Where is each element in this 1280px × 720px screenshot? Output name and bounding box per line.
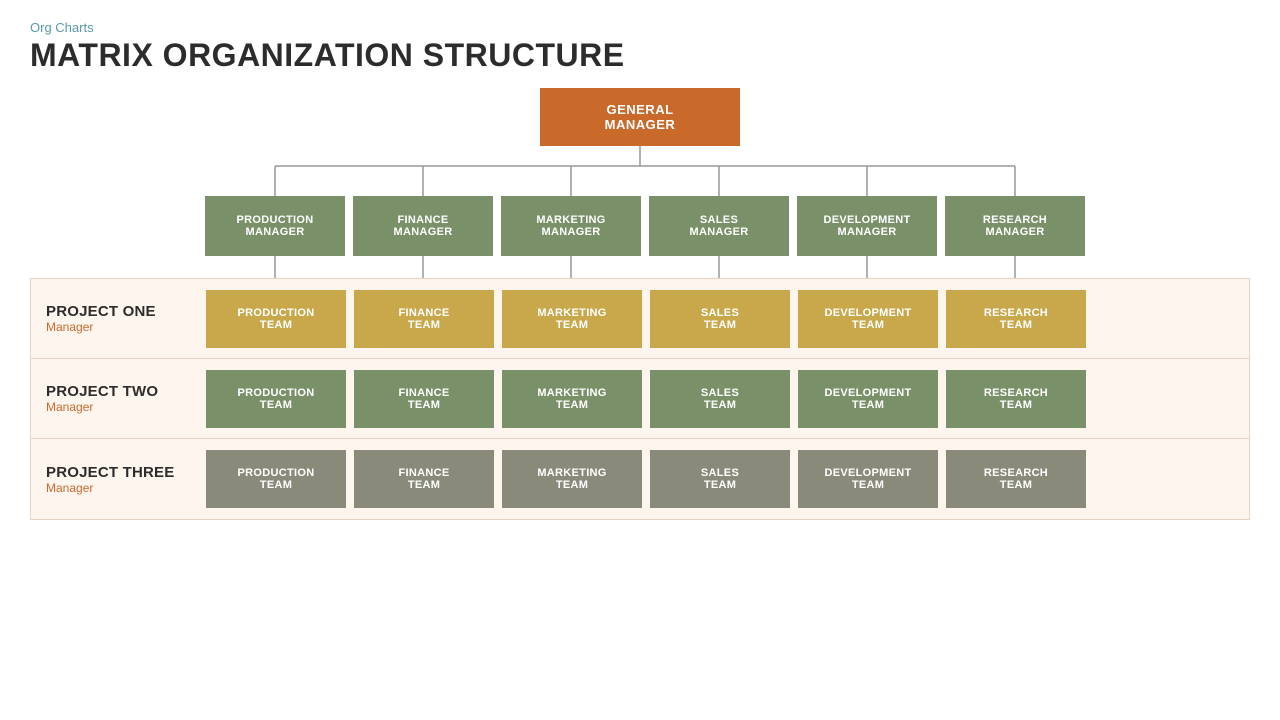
p3-production-team: PRODUCTIONTEAM (206, 450, 346, 508)
p3-research-team: RESEARCHTEAM (946, 450, 1086, 508)
manager-box-production: PRODUCTIONMANAGER (205, 196, 345, 256)
project-two-label: PROJECT TWO Manager (31, 359, 206, 438)
p2-production-team: PRODUCTIONTEAM (206, 370, 346, 428)
chart-area: GENERAL MANAGER (30, 88, 1250, 700)
p1-development-team: DEVELOPMENTTEAM (798, 290, 938, 348)
p2-marketing-team: MARKETINGTEAM (502, 370, 642, 428)
project-one-label: PROJECT ONE Manager (31, 279, 206, 358)
project-three-row: PROJECT THREE Manager PRODUCTIONTEAM FIN… (31, 439, 1249, 519)
manager-box-sales: SALESMANAGER (649, 196, 789, 256)
p3-marketing-team: MARKETINGTEAM (502, 450, 642, 508)
projects-section: PROJECT ONE Manager PRODUCTIONTEAM FINAN… (30, 278, 1250, 520)
manager-box-development: DEVELOPMENTMANAGER (797, 196, 937, 256)
p3-development-team: DEVELOPMENTTEAM (798, 450, 938, 508)
p1-production-team: PRODUCTIONTEAM (206, 290, 346, 348)
project-one-teams: PRODUCTIONTEAM FINANCETEAM MARKETINGTEAM… (206, 279, 1249, 358)
project-two-teams: PRODUCTIONTEAM FINANCETEAM MARKETINGTEAM… (206, 359, 1249, 438)
p2-finance-team: FINANCETEAM (354, 370, 494, 428)
project-one-manager: Manager (46, 320, 93, 334)
manager-box-finance: FINANCEMANAGER (353, 196, 493, 256)
mid-connectors-svg (30, 256, 1250, 278)
page-title: MATRIX ORGANIZATION STRUCTURE (30, 37, 1250, 74)
p1-marketing-team: MARKETINGTEAM (502, 290, 642, 348)
p2-research-team: RESEARCHTEAM (946, 370, 1086, 428)
top-section: GENERAL MANAGER (30, 88, 1250, 196)
p1-sales-team: SALESTEAM (650, 290, 790, 348)
project-three-label: PROJECT THREE Manager (31, 439, 206, 519)
org-chart: GENERAL MANAGER (30, 88, 1250, 520)
p3-sales-team: SALESTEAM (650, 450, 790, 508)
p3-finance-team: FINANCETEAM (354, 450, 494, 508)
project-two-manager: Manager (46, 400, 93, 414)
gm-box: GENERAL MANAGER (540, 88, 740, 146)
project-three-name: PROJECT THREE (46, 464, 174, 481)
p1-research-team: RESEARCHTEAM (946, 290, 1086, 348)
manager-box-marketing: MARKETINGMANAGER (501, 196, 641, 256)
gm-label: GENERAL MANAGER (570, 102, 710, 132)
manager-box-research: RESEARCHMANAGER (945, 196, 1085, 256)
p2-development-team: DEVELOPMENTTEAM (798, 370, 938, 428)
page: Org Charts MATRIX ORGANIZATION STRUCTURE… (0, 0, 1280, 720)
project-three-manager: Manager (46, 481, 93, 495)
top-connectors-svg (30, 146, 1250, 196)
project-two-row: PROJECT TWO Manager PRODUCTIONTEAM FINAN… (31, 359, 1249, 439)
project-one-name: PROJECT ONE (46, 303, 156, 320)
subtitle: Org Charts (30, 20, 1250, 35)
managers-row: PRODUCTIONMANAGER FINANCEMANAGER MARKETI… (205, 196, 1250, 256)
project-one-row: PROJECT ONE Manager PRODUCTIONTEAM FINAN… (31, 279, 1249, 359)
project-three-teams: PRODUCTIONTEAM FINANCETEAM MARKETINGTEAM… (206, 439, 1249, 519)
project-two-name: PROJECT TWO (46, 383, 158, 400)
p2-sales-team: SALESTEAM (650, 370, 790, 428)
p1-finance-team: FINANCETEAM (354, 290, 494, 348)
